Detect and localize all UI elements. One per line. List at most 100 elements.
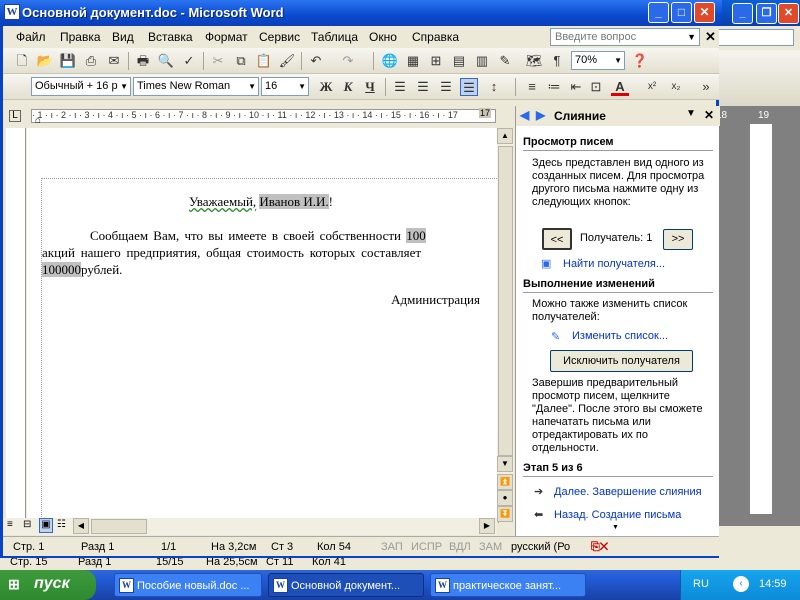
superscript-icon[interactable]: x²	[643, 78, 661, 96]
tray-expand-icon[interactable]: ‹	[733, 576, 749, 592]
vertical-ruler[interactable]	[6, 128, 26, 518]
web-view-icon[interactable]: ⊟	[23, 519, 31, 530]
zoom-select[interactable]: 70% ▼	[571, 51, 625, 70]
title-bar[interactable]: W Основной документ.doc - Microsoft Word…	[0, 0, 722, 26]
status-track[interactable]: ИСПР	[411, 541, 442, 553]
paragraph-line-1[interactable]: Сообщаем Вам, что вы имеете в своей собс…	[42, 227, 480, 244]
status-record[interactable]: ЗАП	[381, 541, 403, 553]
redo-icon[interactable]: ↷	[339, 52, 357, 70]
task-pane-close-icon[interactable]: ✕	[704, 108, 714, 122]
minimize-button[interactable]: _	[648, 2, 669, 23]
signature-line[interactable]: Администрация	[42, 291, 480, 308]
font-select[interactable]: Times New Roman ▼	[133, 77, 259, 96]
numbering-icon[interactable]: ≡	[523, 78, 541, 96]
greeting-line[interactable]: Уважаемый, Иванов И.И.!	[42, 193, 480, 210]
find-recipient-icon[interactable]: ▣	[541, 257, 551, 270]
align-right-icon[interactable]: ☰	[437, 78, 455, 96]
scroll-right-icon[interactable]: ▶	[479, 518, 495, 534]
bold-button[interactable]: Ж	[317, 78, 335, 96]
open-icon[interactable]: 📂	[36, 52, 54, 70]
align-left-icon[interactable]: ☰	[391, 78, 409, 96]
cut-icon[interactable]: ✂	[209, 52, 227, 70]
indent-marker-icon[interactable]: ⌂	[35, 115, 41, 126]
next-step-arrow-icon[interactable]: ➔	[534, 485, 543, 498]
format-painter-icon[interactable]: 🖌	[278, 52, 296, 70]
next-step-link[interactable]: Далее. Завершение слияния	[554, 486, 702, 498]
task-button-2[interactable]: W Основной документ...	[268, 573, 424, 597]
save-icon[interactable]: 💾	[59, 52, 77, 70]
menu-format[interactable]: Формат	[205, 30, 248, 44]
tab-selector-icon[interactable]: L	[9, 110, 21, 122]
normal-view-icon[interactable]: ≡	[7, 519, 13, 530]
new-document-icon[interactable]: 🗋	[13, 52, 31, 70]
back-arrow-icon[interactable]: ◀	[520, 108, 529, 122]
task-button-3[interactable]: Wпрактическое занят...	[430, 573, 586, 597]
show-hide-icon[interactable]: ¶	[548, 52, 566, 70]
columns-icon[interactable]: ▥	[473, 52, 491, 70]
language-indicator[interactable]: RU	[693, 578, 709, 590]
justify-icon[interactable]: ☰	[460, 78, 478, 96]
next-recipient-button[interactable]: >>	[663, 229, 693, 250]
permission-icon[interactable]: ⎙	[82, 52, 100, 70]
menu-view[interactable]: Вид	[112, 30, 134, 44]
menu-tools[interactable]: Сервис	[259, 30, 300, 44]
font-color-icon[interactable]: A	[611, 78, 629, 96]
menu-window[interactable]: Окно	[369, 30, 397, 44]
back-step-link[interactable]: Назад. Создание письма	[554, 509, 681, 521]
hyperlink-icon[interactable]: 🌐	[381, 52, 399, 70]
bg-restore-button[interactable]: ❐	[756, 3, 777, 24]
paragraph-line-3[interactable]: 100000рублей.	[42, 261, 480, 278]
merge-field-shares[interactable]: 100	[406, 228, 426, 243]
italic-button[interactable]: К	[339, 78, 357, 96]
task-button-1[interactable]: W Пособие новый.doc ...	[114, 573, 262, 597]
back-step-arrow-icon[interactable]: ⬅	[534, 508, 543, 521]
scroll-left-icon[interactable]: ◀	[73, 518, 89, 534]
style-select[interactable]: Обычный + 16 р ▼	[31, 77, 131, 96]
document-map-icon[interactable]: 🗺	[525, 52, 543, 70]
decrease-indent-icon[interactable]: ⇤	[567, 78, 585, 96]
tables-borders-icon[interactable]: ▦	[404, 52, 422, 70]
copy-icon[interactable]: ⧉	[232, 52, 250, 70]
forward-arrow-icon[interactable]: ▶	[536, 108, 545, 122]
menu-insert[interactable]: Вставка	[148, 30, 193, 44]
help-icon[interactable]: ❓	[631, 52, 649, 70]
menu-edit[interactable]: Правка	[60, 30, 101, 44]
scroll-thumb[interactable]	[498, 146, 513, 456]
toolbar-options-icon[interactable]: »	[697, 78, 715, 96]
bg-close-button[interactable]: ✕	[778, 3, 799, 24]
print-icon[interactable]: 🖶	[134, 52, 152, 70]
browse-object-icon[interactable]: ●	[497, 490, 513, 506]
menu-help[interactable]: Справка	[412, 30, 459, 44]
document-area[interactable]: Уважаемый, Иванов И.И.! Сообщаем Вам, чт…	[27, 128, 499, 523]
align-center-icon[interactable]: ☰	[414, 78, 432, 96]
paragraph-line-2[interactable]: акций нашего предприятия, общая стоимост…	[42, 244, 480, 261]
spelling-status-icon[interactable]: ⎘✕	[591, 541, 608, 554]
status-overtype[interactable]: ЗАМ	[479, 541, 502, 553]
insert-excel-icon[interactable]: ▤	[450, 52, 468, 70]
paste-icon[interactable]: 📋	[255, 52, 273, 70]
close-button[interactable]: ✕	[694, 2, 715, 23]
task-pane-menu-icon[interactable]: ▼	[686, 108, 696, 119]
status-extend[interactable]: ВДЛ	[449, 541, 471, 553]
pane-scroll-down-icon[interactable]: ▼	[612, 524, 619, 531]
bullets-icon[interactable]: ≔	[545, 78, 563, 96]
merge-field-amount[interactable]: 100000	[42, 262, 81, 277]
previous-recipient-button[interactable]: <<	[542, 228, 572, 250]
merge-field-name[interactable]: Иванов И.И.	[259, 194, 329, 209]
scroll-down-icon[interactable]: ▼	[497, 456, 513, 472]
ask-question-input[interactable]: Введите вопрос ▼	[550, 28, 700, 46]
find-recipient-link[interactable]: Найти получателя...	[563, 258, 665, 270]
menu-table[interactable]: Таблица	[311, 30, 358, 44]
prev-page-icon[interactable]: ⏫	[497, 474, 513, 490]
bg-minimize-button[interactable]: _	[732, 3, 753, 24]
drawing-icon[interactable]: ✎	[496, 52, 514, 70]
document-close-icon[interactable]: ✕	[705, 29, 716, 45]
document-page[interactable]: Уважаемый, Иванов И.И.! Сообщаем Вам, чт…	[41, 178, 499, 523]
next-page-icon[interactable]: ⏬	[497, 506, 513, 522]
vertical-scrollbar[interactable]: ▲ ▼ ⏫ ● ⏬	[497, 128, 514, 522]
print-layout-icon[interactable]: ▣	[39, 518, 53, 533]
edit-list-link[interactable]: Изменить список...	[572, 330, 668, 342]
ask-dropdown-icon[interactable]: ▼	[687, 29, 696, 45]
undo-icon[interactable]: ↶	[307, 52, 325, 70]
insert-table-icon[interactable]: ⊞	[427, 52, 445, 70]
